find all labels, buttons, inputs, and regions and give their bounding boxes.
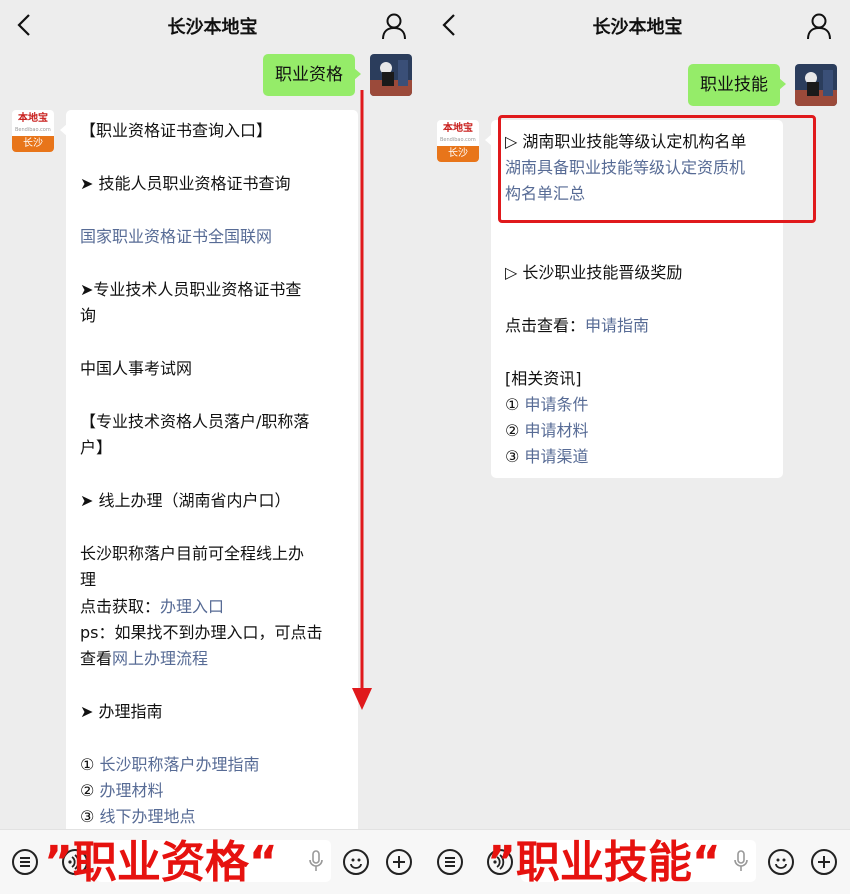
heading-cert-query: 【职业资格证书查询入口】 bbox=[80, 121, 273, 140]
guide-item-3-number: ③ bbox=[80, 807, 100, 826]
sent-message-bubble[interactable]: 职业技能 bbox=[688, 64, 786, 106]
logo-city-text: 长沙 bbox=[437, 146, 479, 162]
user-avatar[interactable] bbox=[370, 54, 412, 96]
related-item-3: ③ 申请渠道 bbox=[505, 444, 588, 470]
scroll-annotation-arrow-icon bbox=[352, 90, 372, 710]
emoji-icon[interactable] bbox=[768, 849, 794, 875]
guide-item-2-number: ② bbox=[80, 781, 100, 800]
skill-cert-query-label: ➤ 技能人员职业资格证书查询 bbox=[80, 174, 291, 193]
related-link-2[interactable]: 申请材料 bbox=[524, 421, 588, 440]
guide-item-1: ① 长沙职称落户办理指南 bbox=[80, 752, 259, 778]
related-item-2-number: ② bbox=[505, 421, 525, 440]
sent-message-text: 职业资格 bbox=[275, 65, 343, 85]
view-guide-line: 点击查看：申请指南 bbox=[505, 313, 649, 339]
logo-city-text: 长沙 bbox=[12, 136, 54, 152]
ps-note: ps：如果找不到办理入口，可点击 bbox=[80, 623, 323, 642]
view-prefix: 查看 bbox=[80, 649, 113, 668]
top-bar: 长沙本地宝 bbox=[425, 0, 850, 52]
chat-title: 长沙本地宝 bbox=[167, 17, 258, 38]
highlight-annotation-box bbox=[498, 115, 816, 223]
related-link-3[interactable]: 申请渠道 bbox=[524, 447, 588, 466]
national-cert-link[interactable]: 国家职业资格证书全国联网 bbox=[80, 224, 272, 250]
get-entry-prefix: 点击获取： bbox=[80, 597, 161, 616]
bendibao-logo[interactable]: 本地宝 Bendibao.com 长沙 bbox=[12, 110, 54, 152]
guide-link-3[interactable]: 线下办理地点 bbox=[99, 807, 195, 826]
handling-entry-link[interactable]: 办理入口 bbox=[160, 597, 224, 616]
logo-site-text: Bendibao.com bbox=[15, 127, 51, 133]
related-item-3-number: ③ bbox=[505, 447, 525, 466]
top-bar: 长沙本地宝 bbox=[0, 0, 425, 52]
user-avatar-image bbox=[370, 54, 412, 96]
heading-settlement-cont: 户】 bbox=[80, 438, 113, 457]
online-process-link[interactable]: 网上办理流程 bbox=[112, 649, 208, 668]
profile-icon[interactable] bbox=[381, 12, 407, 40]
pro-tech-cert-label-cont: 询 bbox=[80, 306, 97, 325]
online-handling-label: ➤ 线上办理（湖南省内户口） bbox=[80, 491, 291, 510]
microphone-icon[interactable] bbox=[734, 850, 748, 872]
related-info-heading: [相关资讯] bbox=[505, 369, 582, 388]
caption-left: ”职业资格“ bbox=[44, 837, 278, 888]
related-item-1-number: ① bbox=[505, 395, 525, 414]
online-handling-desc: 长沙职称落户目前可全程线上办 bbox=[80, 544, 305, 563]
personnel-exam-site-text: 中国人事考试网 bbox=[80, 359, 193, 378]
view-guide-prefix: 点击查看： bbox=[505, 316, 586, 335]
profile-icon[interactable] bbox=[806, 12, 832, 40]
sent-message-bubble[interactable]: 职业资格 bbox=[263, 54, 361, 96]
plus-icon[interactable] bbox=[386, 849, 412, 875]
chat-title: 长沙本地宝 bbox=[592, 17, 683, 38]
online-handling-desc-cont: 理 bbox=[80, 570, 97, 589]
chat-panel-left: 长沙本地宝 职业资格 本地宝 Bendibao.com 长沙 【职业资格证书查询… bbox=[0, 0, 425, 894]
get-entry-line: 点击获取：办理入口 bbox=[80, 594, 224, 620]
menu-icon[interactable] bbox=[12, 849, 38, 875]
application-guide-link[interactable]: 申请指南 bbox=[585, 316, 649, 335]
menu-icon[interactable] bbox=[437, 849, 463, 875]
guide-link-2[interactable]: 办理材料 bbox=[99, 781, 163, 800]
reply-message-bubble: 【职业资格证书查询入口】 ➤ 技能人员职业资格证书查询 国家职业资格证书全国联网… bbox=[60, 110, 358, 840]
caption-right: ”职业技能“ bbox=[487, 837, 721, 888]
guide-item-2: ② 办理材料 bbox=[80, 778, 163, 804]
guide-link-1[interactable]: 长沙职称落户办理指南 bbox=[99, 755, 259, 774]
microphone-icon[interactable] bbox=[309, 850, 323, 872]
promotion-reward-label: ▷ 长沙职业技能晋级奖励 bbox=[505, 263, 683, 282]
heading-settlement: 【专业技术资格人员落户/职称落 bbox=[80, 412, 310, 431]
plus-icon[interactable] bbox=[811, 849, 837, 875]
related-item-2: ② 申请材料 bbox=[505, 418, 588, 444]
chat-panel-right: 长沙本地宝 职业技能 本地宝 Bendibao.com 长沙 ▷ 湖南职业技能等… bbox=[425, 0, 850, 894]
view-process-line: 查看网上办理流程 bbox=[80, 646, 208, 672]
handling-guide-label: ➤ 办理指南 bbox=[80, 702, 163, 721]
related-item-1: ① 申请条件 bbox=[505, 392, 588, 418]
related-link-1[interactable]: 申请条件 bbox=[524, 395, 588, 414]
sent-message-text: 职业技能 bbox=[700, 75, 768, 95]
emoji-icon[interactable] bbox=[343, 849, 369, 875]
user-avatar[interactable] bbox=[795, 64, 837, 106]
guide-item-1-number: ① bbox=[80, 755, 100, 774]
bendibao-logo[interactable]: 本地宝 Bendibao.com 长沙 bbox=[437, 120, 479, 162]
user-avatar-image bbox=[795, 64, 837, 106]
logo-site-text: Bendibao.com bbox=[440, 137, 476, 143]
pro-tech-cert-label: ➤专业技术人员职业资格证书查 bbox=[80, 280, 302, 299]
